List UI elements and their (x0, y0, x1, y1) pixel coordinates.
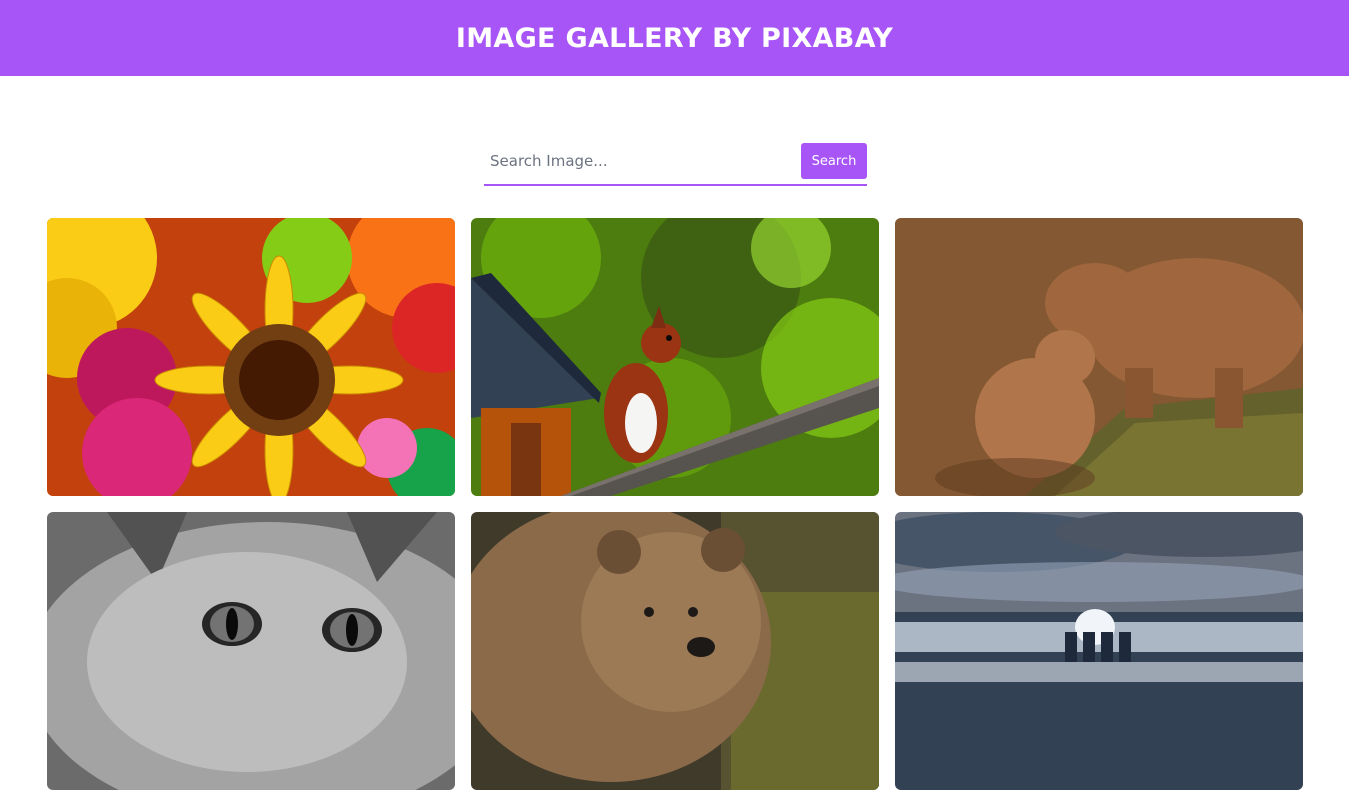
page-title: IMAGE GALLERY BY PIXABAY (455, 22, 894, 54)
cat-image (47, 512, 455, 790)
bears-image (895, 218, 1303, 496)
squirrel-image (471, 218, 879, 496)
gallery-image-squirrel[interactable] (471, 218, 879, 496)
gallery-image-brown-bear[interactable] (471, 512, 879, 790)
sea-image (895, 512, 1303, 790)
search-input[interactable] (484, 143, 801, 179)
app-header: IMAGE GALLERY BY PIXABAY (0, 0, 1349, 76)
gallery-image-cat[interactable] (47, 512, 455, 790)
brown-bear-image (471, 512, 879, 790)
gallery-image-sea[interactable] (895, 512, 1303, 790)
gallery-image-sunflower[interactable] (47, 218, 455, 496)
gallery-image-bears[interactable] (895, 218, 1303, 496)
search-form: Search (484, 138, 867, 186)
image-gallery (47, 218, 1303, 790)
search-button[interactable]: Search (801, 143, 867, 179)
sunflower-image (47, 218, 455, 496)
